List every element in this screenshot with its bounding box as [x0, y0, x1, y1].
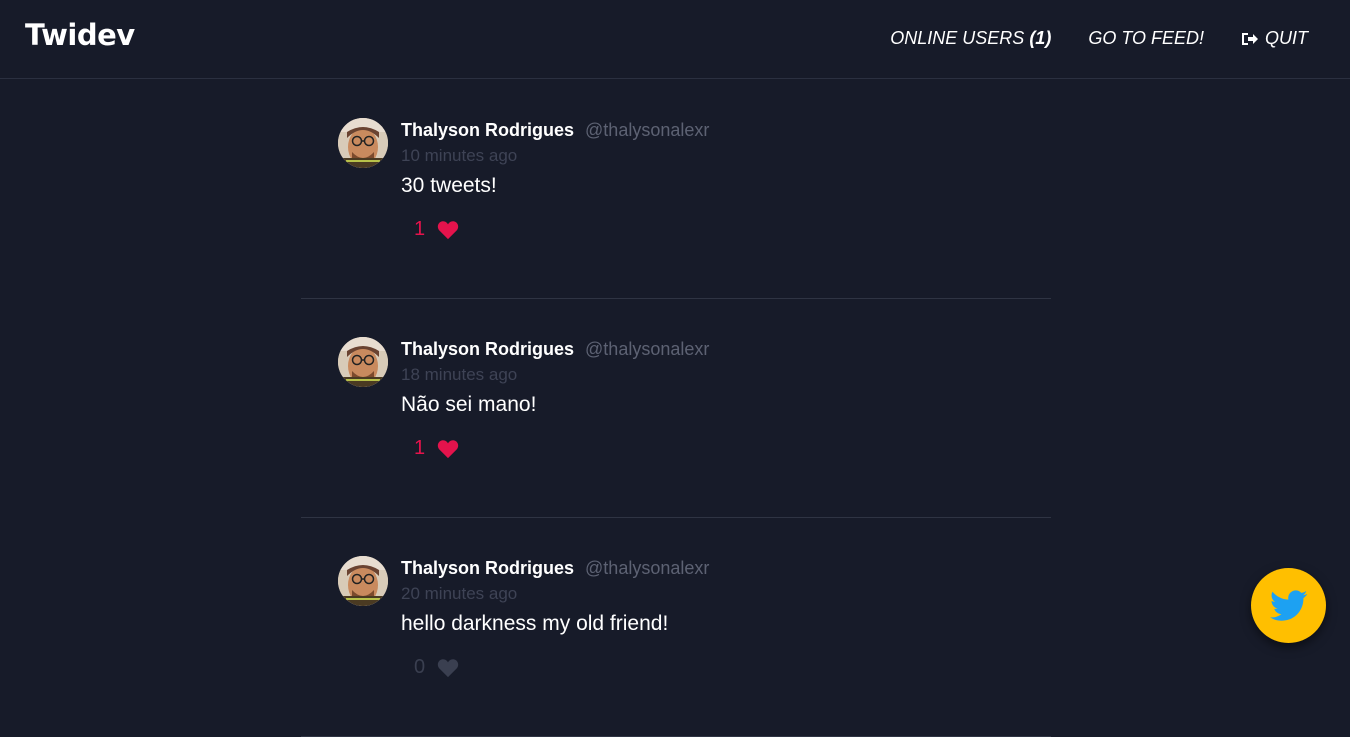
- online-users-link[interactable]: ONLINE USERS (1): [890, 28, 1051, 49]
- tweet-time: 10 minutes ago: [401, 146, 518, 165]
- quit-label: QUIT: [1265, 28, 1308, 48]
- online-users-count: (1): [1029, 28, 1052, 48]
- avatar-image: [338, 556, 388, 606]
- author-handle[interactable]: @thalysonalexr: [585, 120, 709, 141]
- author-handle[interactable]: @thalysonalexr: [585, 339, 709, 360]
- nav-links: ONLINE USERS (1) GO TO FEED! QUIT: [890, 28, 1308, 49]
- tweet-item: Thalyson Rodrigues @thalysonalexr 10 min…: [301, 80, 1051, 299]
- tweet-header: Thalyson Rodrigues @thalysonalexr: [401, 120, 1021, 142]
- go-to-feed-link[interactable]: GO TO FEED!: [1088, 28, 1204, 49]
- tweet-body: Thalyson Rodrigues @thalysonalexr 18 min…: [401, 339, 1021, 460]
- avatar-image: [338, 118, 388, 168]
- heart-icon: [437, 220, 459, 239]
- avatar[interactable]: [338, 118, 388, 168]
- online-users-label: ONLINE USERS: [890, 28, 1025, 48]
- like-count: 1: [414, 437, 426, 459]
- tweet-item: Thalyson Rodrigues @thalysonalexr 18 min…: [301, 299, 1051, 518]
- top-navbar: Twidev ONLINE USERS (1) GO TO FEED! QUIT: [0, 0, 1350, 79]
- go-to-feed-label: GO TO FEED!: [1088, 28, 1204, 48]
- tweet-feed: Thalyson Rodrigues @thalysonalexr 10 min…: [301, 80, 1051, 737]
- tweet-text: hello darkness my old friend!: [401, 612, 669, 635]
- avatar[interactable]: [338, 337, 388, 387]
- avatar[interactable]: [338, 556, 388, 606]
- new-tweet-button[interactable]: [1251, 568, 1326, 643]
- tweet-body: Thalyson Rodrigues @thalysonalexr 20 min…: [401, 558, 1021, 679]
- author-handle[interactable]: @thalysonalexr: [585, 558, 709, 579]
- tweet-item: Thalyson Rodrigues @thalysonalexr 20 min…: [301, 518, 1051, 737]
- avatar-image: [338, 337, 388, 387]
- brand-logo[interactable]: Twidev: [25, 18, 135, 52]
- quit-link[interactable]: QUIT: [1241, 28, 1308, 49]
- sign-out-icon: [1242, 32, 1258, 45]
- like-count: 1: [414, 218, 426, 240]
- tweet-text: Não sei mano!: [401, 393, 537, 416]
- tweet-text: 30 tweets!: [401, 174, 497, 197]
- tweet-body: Thalyson Rodrigues @thalysonalexr 10 min…: [401, 120, 1021, 241]
- author-name[interactable]: Thalyson Rodrigues: [401, 339, 574, 360]
- like-button[interactable]: 1: [414, 218, 1021, 241]
- tweet-header: Thalyson Rodrigues @thalysonalexr: [401, 339, 1021, 361]
- author-name[interactable]: Thalyson Rodrigues: [401, 558, 574, 579]
- tweet-time: 18 minutes ago: [401, 365, 518, 384]
- author-name[interactable]: Thalyson Rodrigues: [401, 120, 574, 141]
- tweet-header: Thalyson Rodrigues @thalysonalexr: [401, 558, 1021, 580]
- like-button[interactable]: 1: [414, 437, 1021, 460]
- heart-icon: [437, 439, 459, 458]
- twitter-bird-icon: [1269, 589, 1307, 621]
- tweet-time: 20 minutes ago: [401, 584, 518, 603]
